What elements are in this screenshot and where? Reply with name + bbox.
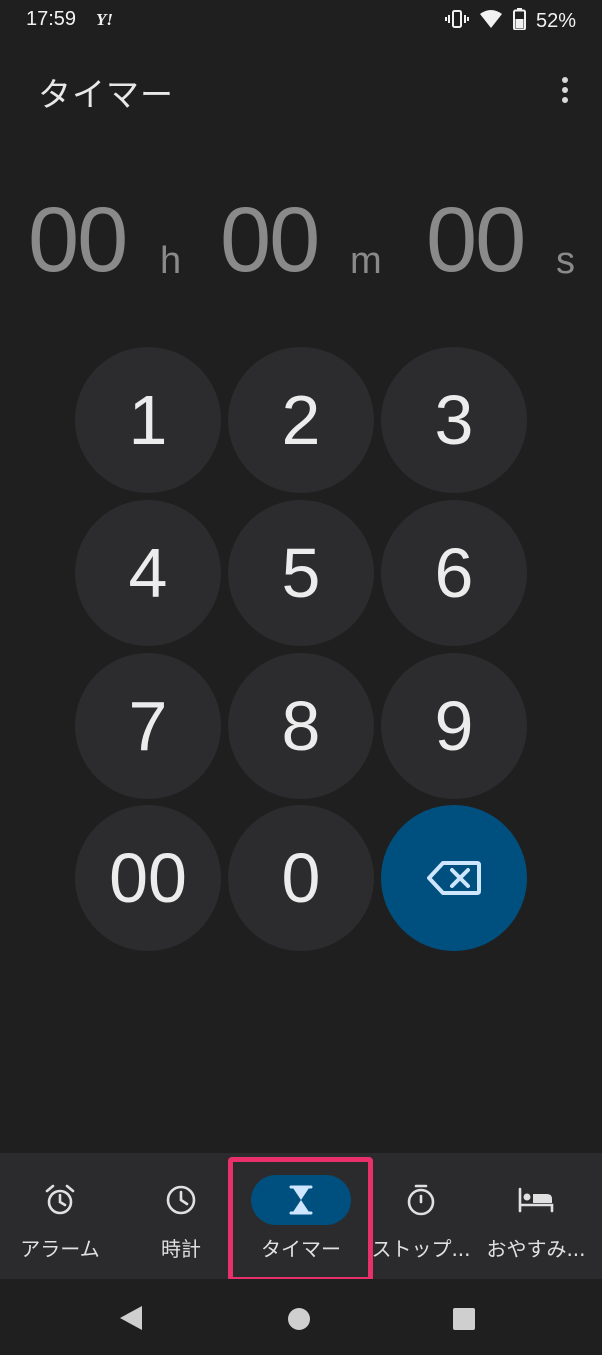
- nav-label-clock: 時計: [161, 1237, 201, 1261]
- key-2[interactable]: 2: [228, 347, 374, 493]
- key-7[interactable]: 7: [75, 653, 221, 799]
- back-icon[interactable]: [118, 1305, 144, 1335]
- vibrate-icon: [444, 8, 469, 34]
- key-3[interactable]: 3: [381, 347, 527, 493]
- key-5[interactable]: 5: [228, 500, 374, 646]
- more-vert-icon: [562, 77, 568, 83]
- page-title: タイマー: [38, 75, 174, 114]
- nav-label-stopwatch: ストップ...: [371, 1237, 471, 1261]
- key-8[interactable]: 8: [228, 653, 374, 799]
- bed-icon: [518, 1187, 554, 1213]
- nav-item-clock[interactable]: 時計: [131, 1153, 231, 1279]
- stopwatch-icon: [407, 1184, 435, 1216]
- home-icon[interactable]: [287, 1307, 311, 1335]
- more-vert-icon-dot: [562, 87, 568, 93]
- more-vert-icon-dot: [562, 97, 568, 103]
- nav-item-bedtime[interactable]: おやすみ...: [480, 1153, 592, 1279]
- alarm-icon: [45, 1184, 75, 1215]
- nav-item-timer[interactable]: タイマー: [251, 1153, 351, 1279]
- nav-label-timer: タイマー: [261, 1237, 341, 1261]
- nav-item-alarm[interactable]: アラーム: [10, 1153, 110, 1279]
- nav-label-alarm: アラーム: [20, 1237, 100, 1261]
- timer-display: 00 h 00 m 00 s: [0, 190, 602, 300]
- key-6[interactable]: 6: [381, 500, 527, 646]
- key-0[interactable]: 0: [228, 805, 374, 951]
- recents-icon[interactable]: [452, 1307, 476, 1335]
- yahoo-icon: Y!: [96, 10, 113, 29]
- status-bar: 17:59 Y! 52%: [0, 0, 602, 44]
- nav-item-stopwatch[interactable]: ストップ...: [362, 1153, 480, 1279]
- status-time: 17:59: [26, 8, 77, 30]
- timer-seconds: 00: [426, 189, 526, 291]
- clock-icon: [166, 1185, 196, 1215]
- key-9[interactable]: 9: [381, 653, 527, 799]
- bottom-navigation: アラーム 時計 タイマー ストップ... おやすみ...: [0, 1153, 602, 1279]
- battery-icon: [512, 8, 526, 34]
- system-navigation-bar: [0, 1279, 602, 1355]
- wifi-icon: [479, 9, 503, 33]
- timer-minutes: 00: [220, 189, 320, 291]
- more-options-button[interactable]: [548, 70, 582, 110]
- key-1[interactable]: 1: [75, 347, 221, 493]
- status-right-group: 52%: [444, 8, 576, 34]
- timer-hours: 00: [28, 189, 128, 291]
- timer-seconds-unit: s: [556, 240, 575, 282]
- backspace-button[interactable]: [381, 805, 527, 951]
- key-00[interactable]: 00: [75, 805, 221, 951]
- timer-hours-unit: h: [160, 240, 182, 282]
- battery-percent: 52%: [535, 9, 576, 32]
- hourglass-icon: [289, 1185, 313, 1215]
- key-4[interactable]: 4: [75, 500, 221, 646]
- timer-minutes-unit: m: [350, 240, 382, 282]
- backspace-icon: [427, 861, 481, 895]
- nav-label-bedtime: おやすみ...: [486, 1237, 586, 1261]
